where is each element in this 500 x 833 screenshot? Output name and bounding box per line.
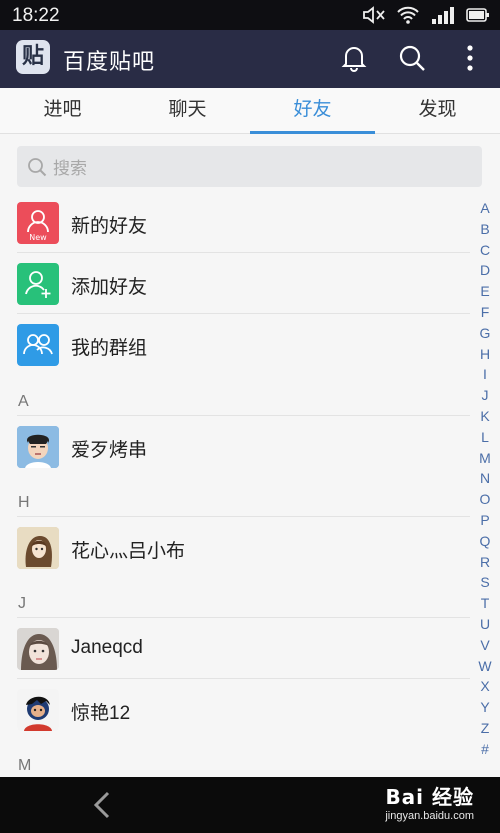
friend-name: 花心灬吕小布	[71, 541, 186, 562]
index-letter[interactable]: T	[477, 593, 493, 614]
index-letter[interactable]: E	[477, 281, 493, 302]
index-letter[interactable]: D	[477, 260, 493, 281]
index-letter[interactable]: Y	[477, 697, 493, 718]
section-letter: H	[18, 494, 30, 511]
new-friends-row[interactable]: New 新的好友	[0, 192, 470, 253]
section-header-m: M	[0, 740, 470, 780]
alphabet-index[interactable]: A B C D E F G H I J K L M N O P Q R S T …	[477, 198, 493, 760]
tab-bar: 进吧 聊天 好友 发现	[0, 88, 500, 134]
new-badge: New	[29, 233, 47, 242]
my-groups-row[interactable]: 我的群组	[0, 314, 470, 375]
section-letter: J	[18, 595, 26, 612]
section-header-h: H	[0, 477, 470, 517]
signal-icon	[430, 5, 456, 25]
avatar	[17, 426, 59, 468]
more-vertical-icon	[467, 45, 473, 71]
watermark-logo: Bai 经验	[385, 785, 474, 809]
notification-button[interactable]	[336, 40, 372, 76]
app-actions	[336, 40, 488, 76]
section-header-a: A	[0, 376, 470, 416]
section-letter: A	[18, 393, 29, 410]
tab-friends[interactable]: 好友	[250, 88, 375, 134]
friend-name: Janeqcd	[71, 637, 143, 658]
tab-discover[interactable]: 发现	[375, 88, 500, 133]
friend-row[interactable]: 爱歹烤串	[0, 416, 470, 477]
search-button[interactable]	[394, 40, 430, 76]
index-letter[interactable]: X	[477, 676, 493, 697]
bell-icon	[341, 47, 367, 72]
index-letter[interactable]: U	[477, 614, 493, 635]
index-letter[interactable]: G	[477, 323, 493, 344]
wifi-icon	[396, 5, 420, 25]
index-letter[interactable]: J	[477, 385, 493, 406]
back-arrow-icon	[93, 791, 110, 819]
section-header-j: J	[0, 578, 470, 618]
index-letter[interactable]: I	[477, 364, 493, 385]
index-letter[interactable]: V	[477, 635, 493, 656]
tab-jinba[interactable]: 进吧	[0, 88, 125, 133]
search-input[interactable]: 搜索	[17, 146, 482, 187]
tab-chat[interactable]: 聊天	[125, 88, 250, 133]
index-letter[interactable]: P	[477, 510, 493, 531]
avatar	[17, 628, 59, 670]
index-letter[interactable]: R	[477, 552, 493, 573]
add-friend-label: 添加好友	[71, 277, 148, 298]
status-icons	[362, 4, 490, 26]
mute-icon	[362, 5, 386, 25]
add-friend-icon	[17, 263, 59, 305]
index-letter[interactable]: W	[477, 656, 493, 677]
group-icon	[17, 324, 59, 366]
app-bar: 贴 百度贴吧	[0, 30, 500, 88]
status-bar: 18:22	[0, 0, 500, 30]
back-button[interactable]	[88, 789, 118, 821]
section-letter: M	[18, 757, 32, 774]
index-letter[interactable]: N	[477, 468, 493, 489]
watermark-url: jingyan.baidu.com	[385, 810, 474, 822]
index-letter[interactable]: K	[477, 406, 493, 427]
search-placeholder: 搜索	[53, 159, 87, 178]
app-title: 百度贴吧	[63, 49, 156, 74]
system-nav-bar: Bai 经验 jingyan.baidu.com	[0, 777, 500, 833]
index-letter[interactable]: S	[477, 572, 493, 593]
index-letter[interactable]: A	[477, 198, 493, 219]
index-letter[interactable]: #	[477, 739, 493, 760]
index-letter[interactable]: O	[477, 489, 493, 510]
search-icon	[399, 45, 425, 71]
status-time: 18:22	[12, 5, 60, 26]
friend-name: 惊艳12	[71, 703, 131, 724]
index-letter[interactable]: F	[477, 302, 493, 323]
app-logo[interactable]: 贴	[16, 40, 50, 74]
friend-row[interactable]: 花心灬吕小布	[0, 517, 470, 578]
index-letter[interactable]: Z	[477, 718, 493, 739]
search-icon	[28, 157, 47, 176]
friend-row[interactable]: 惊艳12	[0, 679, 470, 740]
index-letter[interactable]: H	[477, 344, 493, 365]
index-letter[interactable]: Q	[477, 531, 493, 552]
new-friend-icon: New	[17, 202, 59, 244]
more-menu-button[interactable]	[452, 40, 488, 76]
friend-row[interactable]: Janeqcd	[0, 618, 470, 679]
my-groups-label: 我的群组	[71, 338, 148, 359]
add-friend-row[interactable]: 添加好友	[0, 253, 470, 314]
avatar	[17, 689, 59, 731]
index-letter[interactable]: B	[477, 219, 493, 240]
index-letter[interactable]: L	[477, 427, 493, 448]
index-letter[interactable]: C	[477, 240, 493, 261]
battery-icon	[466, 5, 490, 25]
friend-name: 爱歹烤串	[71, 440, 148, 461]
avatar	[17, 527, 59, 569]
new-friends-label: 新的好友	[71, 216, 148, 237]
index-letter[interactable]: M	[477, 448, 493, 469]
